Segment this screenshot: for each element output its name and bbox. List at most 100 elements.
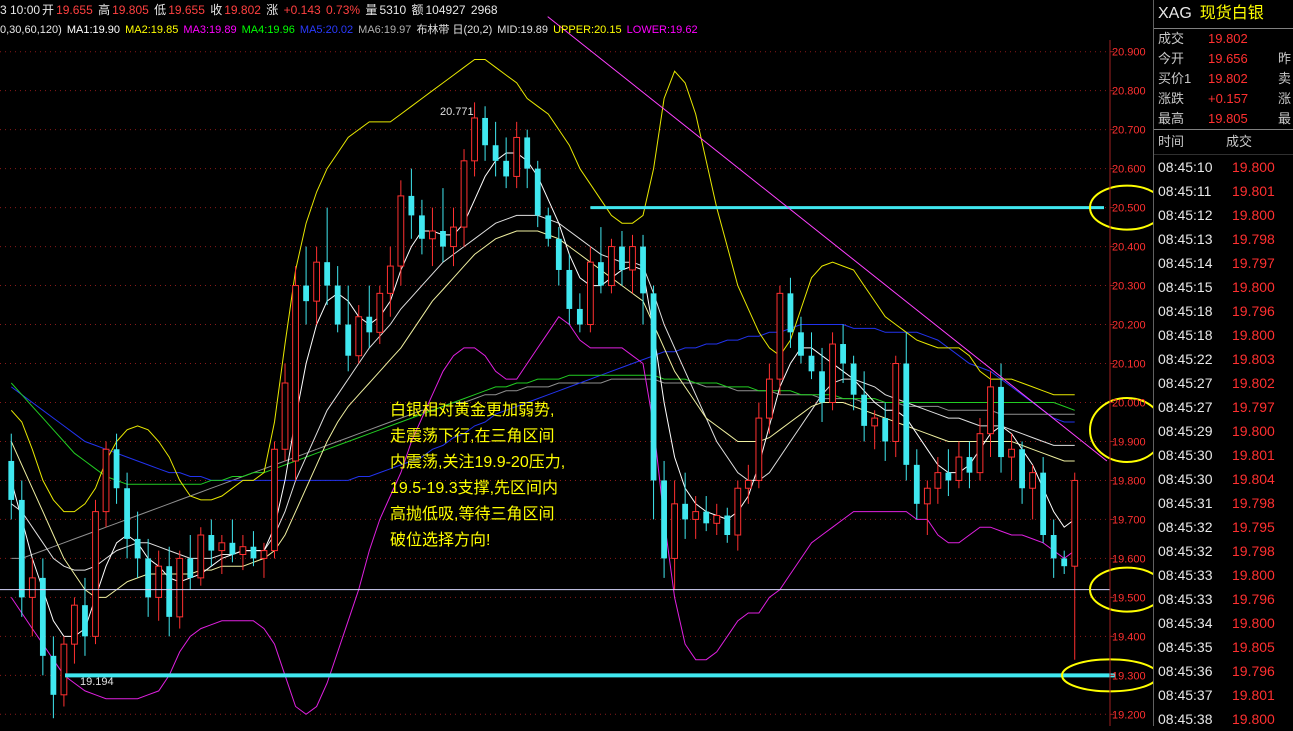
quote-rows: 成交 19.802 今开 19.656 昨 买价1 19.802 卖 涨跌 +0.157 涨 … <box>1154 29 1293 129</box>
candle-body <box>1050 535 1057 559</box>
tick-time: 08:45:31 <box>1158 495 1213 511</box>
price-axis: 20.900 20.800 20.700 20.600 20.500 20.400 20.3… <box>1109 40 1146 726</box>
axis-tick-label: 19.600 <box>1112 553 1146 565</box>
candle-body <box>923 487 931 505</box>
candle-body <box>608 246 615 287</box>
tick-time: 08:45:36 <box>1158 663 1213 679</box>
candle-body <box>60 643 68 696</box>
tick-row: 08:45:12 19.800 <box>1154 203 1293 227</box>
candle-body <box>744 479 752 489</box>
header-change: +0.143 <box>283 3 321 17</box>
candle-body <box>829 343 836 403</box>
quote-label: 涨跌 <box>1158 91 1185 106</box>
tick-list[interactable]: 08:45:10 19.800 08:45:11 19.801 08:45:12 19.8… <box>1154 155 1293 731</box>
candle-body <box>187 558 194 578</box>
candle-body <box>787 293 794 333</box>
candle-body <box>545 215 552 239</box>
quote-row: 买价1 19.802 卖 <box>1154 69 1293 89</box>
candle-body <box>998 386 1004 458</box>
candle-body <box>987 386 994 435</box>
tick-price: 19.800 <box>1232 207 1275 223</box>
header-high-label: 高 <box>98 3 111 17</box>
candle-body <box>419 215 425 239</box>
candle-body <box>460 160 468 228</box>
candlestick-chart[interactable]: 20.900 20.800 20.700 20.600 20.500 20.400 20.3… <box>0 0 1153 726</box>
ma2-label: MA2:19.85 <box>125 24 179 36</box>
candle-body <box>871 417 879 427</box>
tick-row: 08:45:27 19.802 <box>1154 371 1293 395</box>
axis-tick-label: 19.200 <box>1112 709 1146 721</box>
candle-body <box>934 472 942 489</box>
tick-price: 19.796 <box>1232 591 1275 607</box>
tick-time: 08:45:13 <box>1158 231 1213 247</box>
tick-time: 08:45:29 <box>1158 423 1213 439</box>
tick-price: 19.800 <box>1232 423 1275 439</box>
candle-body <box>819 371 825 403</box>
chart-canvas[interactable]: 20.900 20.800 20.700 20.600 20.500 20.400 20.3… <box>0 0 1153 726</box>
candle-body <box>166 566 173 617</box>
tick-time: 08:45:32 <box>1158 519 1213 535</box>
annotation-line: 走震荡下行,在三角区间 <box>390 428 555 445</box>
header-open-label: 开 <box>42 3 55 17</box>
candle-body <box>1019 449 1025 489</box>
candle-body <box>124 488 130 539</box>
candle-body <box>808 355 815 372</box>
candle-body <box>386 265 394 294</box>
quote-panel: XAG 现货白银 成交 19.802 今开 19.656 昨 买价1 19.802 卖 涨跌… <box>1153 0 1293 727</box>
candle-body <box>440 230 446 247</box>
candle-body <box>271 448 278 552</box>
candle-body <box>734 487 742 536</box>
tick-price: 19.802 <box>1232 375 1275 391</box>
candle-body <box>260 550 268 559</box>
tick-row: 08:45:11 19.801 <box>1154 179 1293 203</box>
candle-body <box>850 363 857 395</box>
axis-tick-label: 19.900 <box>1112 436 1146 448</box>
candle-body <box>840 344 846 364</box>
tick-price: 19.804 <box>1232 471 1275 487</box>
candle-body <box>250 546 257 559</box>
quote-row: 涨跌 +0.157 涨 <box>1154 89 1293 109</box>
instrument-title: XAG 现货白银 <box>1154 0 1293 29</box>
tick-row: 08:45:18 19.800 <box>1154 323 1293 347</box>
candle-body <box>113 449 120 489</box>
tick-time: 08:45:15 <box>1158 279 1213 295</box>
tick-price: 19.805 <box>1232 639 1275 655</box>
tick-price: 19.798 <box>1232 543 1275 559</box>
candle-body <box>524 137 531 169</box>
ma1-label: MA1:19.90 <box>66 24 121 36</box>
candle-body <box>239 546 247 555</box>
axis-tick-label: 19.800 <box>1112 475 1146 487</box>
tick-time: 08:45:10 <box>1158 159 1213 175</box>
quote-right: 最 <box>1278 111 1292 126</box>
candle-body <box>208 535 215 551</box>
axis-tick-label: 20.700 <box>1112 125 1146 137</box>
tick-price: 19.800 <box>1232 159 1275 175</box>
tick-price: 19.798 <box>1232 231 1275 247</box>
candle-body <box>755 417 763 481</box>
axis-tick-label: 19.400 <box>1112 631 1146 643</box>
quote-value: 19.656 <box>1208 51 1248 66</box>
tick-row: 08:45:38 19.800 <box>1154 707 1293 731</box>
boll-label: 布林带 日(20,2) <box>416 24 493 36</box>
tick-price: 19.800 <box>1232 327 1275 343</box>
tick-row: 08:45:33 19.796 <box>1154 587 1293 611</box>
quote-row: 今开 19.656 昨 <box>1154 49 1293 69</box>
candle-body <box>313 261 321 302</box>
candle-body <box>303 285 309 302</box>
candle-body <box>28 577 36 598</box>
tick-price: 19.797 <box>1232 399 1275 415</box>
tick-time: 08:45:12 <box>1158 207 1213 223</box>
header-close: 19.802 <box>224 3 261 17</box>
header-change-pct: 0.73% <box>326 3 361 17</box>
candle-body <box>619 246 625 270</box>
tick-row: 08:45:14 19.797 <box>1154 251 1293 275</box>
candle-body <box>281 382 289 450</box>
candle-body <box>482 117 488 146</box>
candle-body <box>640 246 646 294</box>
ma-params: 0,30,60,120) <box>0 24 62 36</box>
header-open: 19.655 <box>56 3 93 17</box>
header-close-label: 收 <box>210 3 223 17</box>
candle-body <box>534 168 541 216</box>
axis-tick-label: 20.300 <box>1112 281 1146 293</box>
tick-price: 19.800 <box>1232 567 1275 583</box>
